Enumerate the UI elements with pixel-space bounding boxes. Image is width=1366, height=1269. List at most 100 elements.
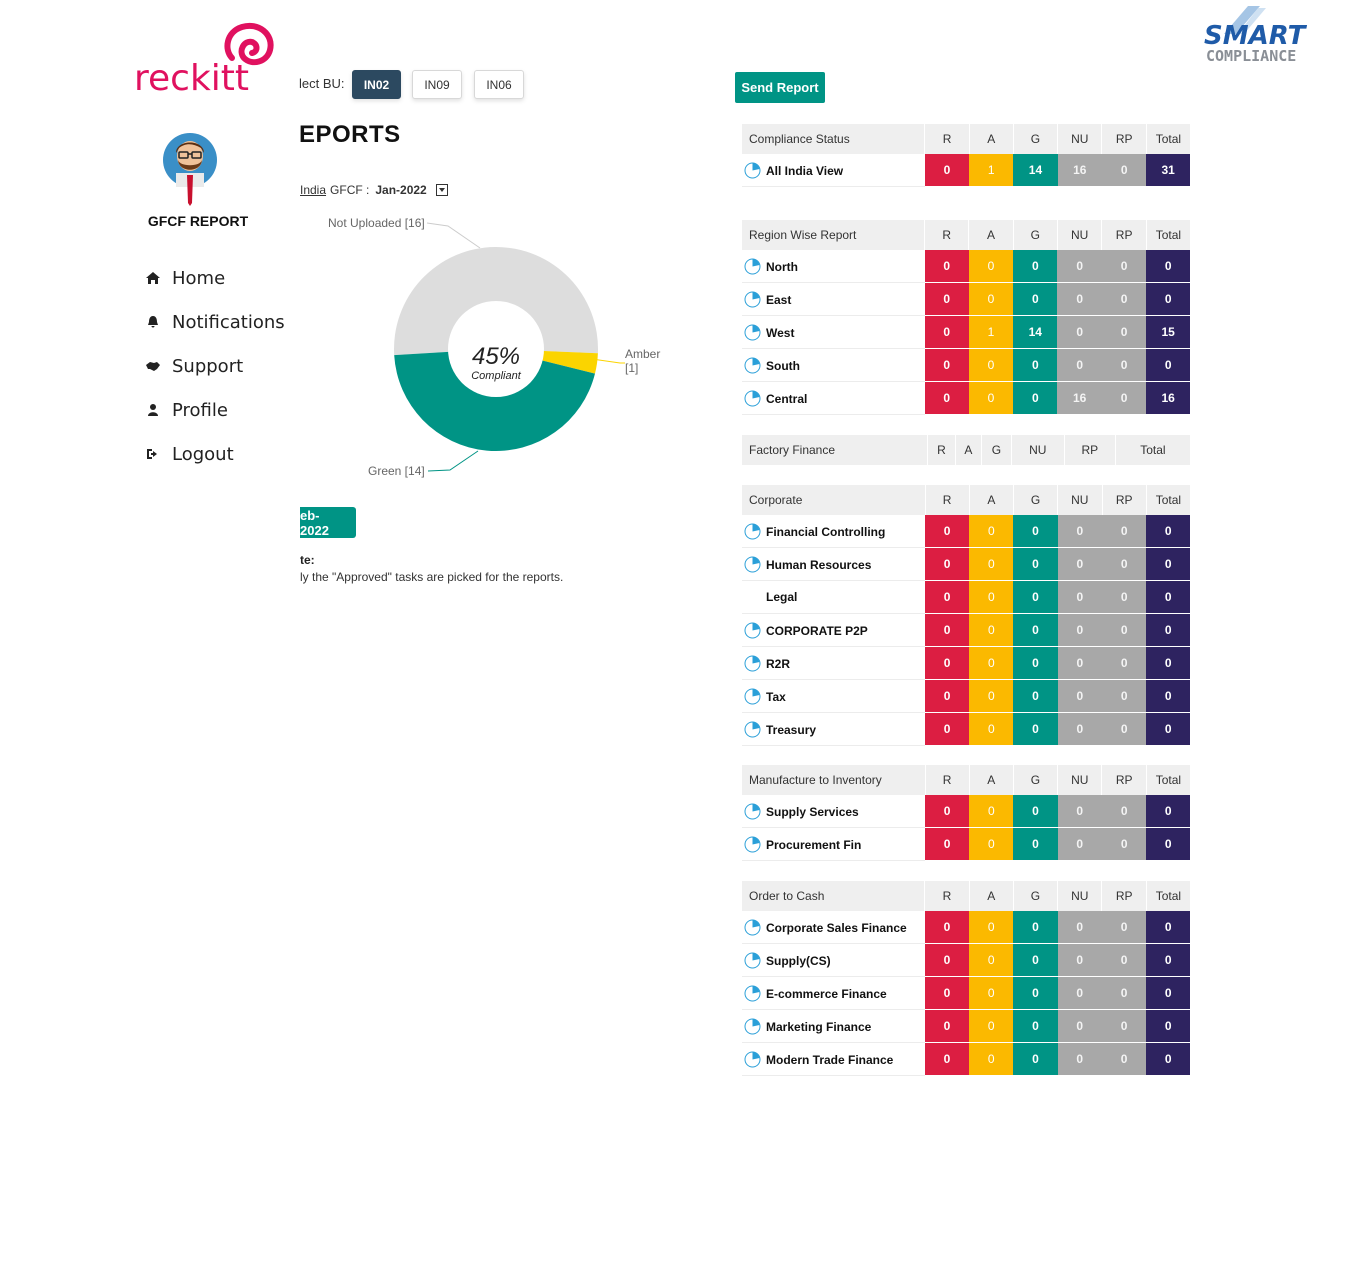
pie-chart-icon[interactable]	[744, 688, 761, 705]
cell-rp[interactable]: 0	[1102, 580, 1147, 614]
cell-nu[interactable]: 0	[1057, 580, 1102, 614]
cell-g[interactable]: 0	[1013, 381, 1058, 415]
table-row[interactable]: South 0 0 0 0 0 0	[742, 348, 1190, 382]
cell-a[interactable]: 0	[969, 613, 1014, 647]
bu-button-in09[interactable]: IN09	[412, 70, 462, 99]
pie-chart-icon[interactable]	[744, 162, 761, 179]
cell-nu[interactable]: 0	[1057, 315, 1102, 349]
month-select[interactable]: Jan-2022	[375, 183, 426, 197]
cell-rp[interactable]: 0	[1101, 976, 1147, 1010]
cell-r[interactable]: 0	[924, 976, 970, 1010]
cell-r[interactable]: 0	[924, 381, 969, 415]
cell-g[interactable]: 0	[1013, 1009, 1058, 1043]
table-row[interactable]: West 0 1 14 0 0 15	[742, 315, 1190, 349]
cell-a[interactable]: 0	[969, 1009, 1014, 1043]
cell-r[interactable]: 0	[924, 315, 969, 349]
row-label[interactable]: Tax	[742, 679, 926, 713]
cell-total[interactable]: 16	[1146, 381, 1190, 415]
cell-a[interactable]: 0	[968, 381, 1014, 415]
cell-rp[interactable]: 0	[1102, 679, 1147, 713]
cell-r[interactable]: 0	[925, 679, 970, 713]
cell-a[interactable]: 0	[969, 515, 1014, 548]
pie-chart-icon[interactable]	[744, 291, 761, 308]
cell-a[interactable]: 0	[969, 712, 1014, 746]
cell-g[interactable]: 0	[1013, 580, 1058, 614]
cell-a[interactable]: 0	[969, 580, 1014, 614]
table-row[interactable]: Human Resources 0 0 0 0 0 0	[742, 547, 1190, 581]
cell-nu[interactable]: 16	[1057, 154, 1102, 187]
cell-g[interactable]: 0	[1013, 911, 1058, 944]
cell-g[interactable]: 0	[1013, 976, 1058, 1010]
cell-r[interactable]: 0	[924, 250, 969, 283]
send-report-button[interactable]: Send Report	[735, 72, 825, 103]
table-row[interactable]: Treasury 0 0 0 0 0 0	[742, 712, 1190, 746]
region-link[interactable]: India	[300, 183, 326, 197]
cell-rp[interactable]: 0	[1102, 515, 1147, 548]
cell-a[interactable]: 0	[969, 911, 1014, 944]
cell-a[interactable]: 0	[969, 795, 1014, 828]
cell-rp[interactable]: 0	[1101, 1009, 1147, 1043]
cell-nu[interactable]: 0	[1057, 943, 1102, 977]
pie-chart-icon[interactable]	[744, 622, 761, 639]
cell-a[interactable]: 0	[969, 943, 1014, 977]
cell-total[interactable]: 0	[1146, 282, 1190, 316]
cell-g[interactable]: 0	[1013, 827, 1058, 861]
pie-chart-icon[interactable]	[744, 721, 761, 738]
cell-rp[interactable]: 0	[1102, 547, 1147, 581]
table-row[interactable]: Central 0 0 0 16 0 16	[742, 381, 1190, 415]
pie-chart-icon[interactable]	[744, 1051, 761, 1068]
pie-chart-icon[interactable]	[744, 836, 761, 853]
cell-total[interactable]: 0	[1146, 827, 1190, 861]
cell-r[interactable]: 0	[925, 712, 970, 746]
cell-rp[interactable]: 0	[1101, 795, 1147, 828]
nav-item-support[interactable]: Support	[145, 344, 285, 388]
cell-g[interactable]: 0	[1013, 679, 1058, 713]
cell-a[interactable]: 1	[969, 154, 1014, 187]
table-row[interactable]: Marketing Finance 0 0 0 0 0 0	[742, 1009, 1190, 1043]
cell-rp[interactable]: 0	[1101, 315, 1147, 349]
cell-rp[interactable]: 0	[1101, 250, 1147, 283]
cell-r[interactable]: 0	[924, 154, 970, 187]
cell-a[interactable]: 0	[968, 348, 1014, 382]
row-label[interactable]: All India View	[742, 154, 925, 187]
cell-nu[interactable]: 0	[1057, 827, 1102, 861]
row-label[interactable]: Supply Services	[742, 795, 926, 828]
cell-r[interactable]: 0	[925, 795, 970, 828]
row-label[interactable]: Central	[742, 381, 925, 415]
cell-nu[interactable]: 0	[1057, 712, 1102, 746]
row-label[interactable]: Treasury	[742, 712, 926, 746]
cell-g[interactable]: 0	[1013, 515, 1058, 548]
pie-chart-icon[interactable]	[744, 919, 761, 936]
nav-item-profile[interactable]: Profile	[145, 388, 285, 432]
nav-item-home[interactable]: Home	[145, 256, 285, 300]
cell-total[interactable]: 0	[1146, 795, 1190, 828]
cell-nu[interactable]: 0	[1057, 613, 1102, 647]
cell-rp[interactable]: 0	[1101, 943, 1147, 977]
cell-a[interactable]: 0	[968, 250, 1014, 283]
cell-rp[interactable]: 0	[1102, 712, 1147, 746]
cell-total[interactable]: 0	[1146, 547, 1190, 581]
dropdown-icon[interactable]	[435, 184, 448, 196]
cell-total[interactable]: 0	[1146, 646, 1190, 680]
cell-g[interactable]: 0	[1013, 1042, 1058, 1076]
table-row[interactable]: R2R 0 0 0 0 0 0	[742, 646, 1190, 680]
row-label[interactable]: Procurement Fin	[742, 827, 926, 861]
cell-g[interactable]: 0	[1013, 712, 1058, 746]
cell-r[interactable]: 0	[924, 943, 970, 977]
cell-total[interactable]: 0	[1146, 712, 1190, 746]
cell-r[interactable]: 0	[925, 613, 970, 647]
row-label[interactable]: East	[742, 282, 925, 316]
pie-chart-icon[interactable]	[744, 556, 761, 573]
cell-rp[interactable]: 0	[1101, 348, 1147, 382]
row-label[interactable]: Modern Trade Finance	[742, 1042, 925, 1076]
table-row[interactable]: Supply(CS) 0 0 0 0 0 0	[742, 943, 1190, 977]
cell-nu[interactable]: 0	[1057, 795, 1102, 828]
cell-total[interactable]: 0	[1146, 1042, 1190, 1076]
cell-nu[interactable]: 0	[1057, 1042, 1102, 1076]
row-label[interactable]: Financial Controlling	[742, 515, 926, 548]
row-label[interactable]: Legal	[742, 580, 926, 614]
pie-chart-icon[interactable]	[744, 1018, 761, 1035]
table-row[interactable]: All India View 0 1 14 16 0 31	[742, 154, 1190, 187]
row-label[interactable]: Supply(CS)	[742, 943, 925, 977]
pie-chart-icon[interactable]	[744, 357, 761, 374]
